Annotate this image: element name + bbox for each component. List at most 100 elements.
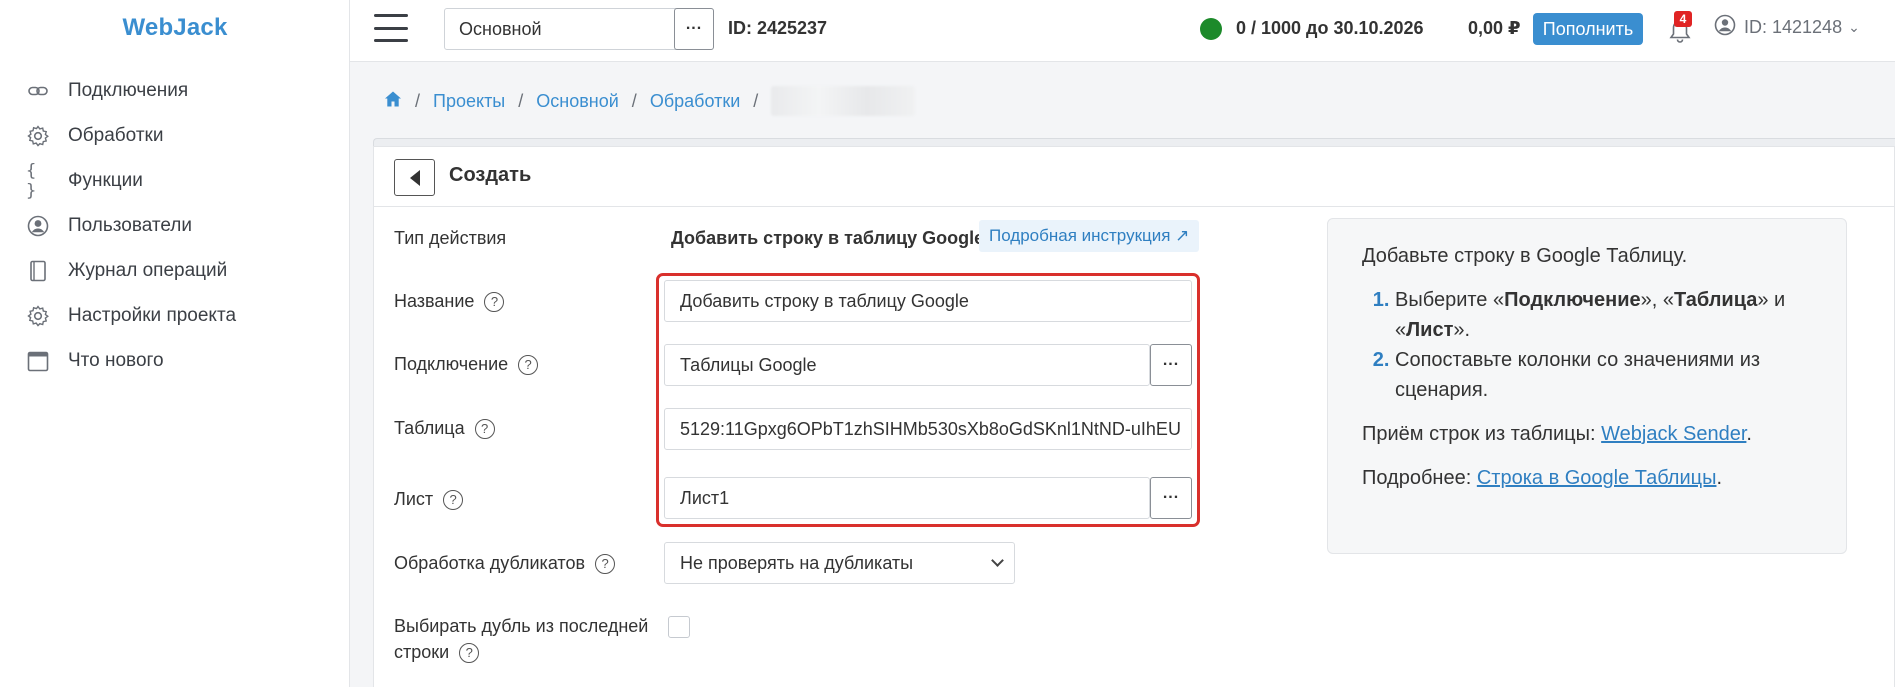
text: . xyxy=(1716,467,1723,489)
sidebar-item-label: Обработки xyxy=(68,124,164,146)
action-type-value: Добавить строку в таблицу Google xyxy=(671,228,985,248)
journal-icon xyxy=(26,259,50,283)
balance: 0,00 ₽ xyxy=(1468,18,1521,38)
sidebar-item-users[interactable]: Пользователи xyxy=(26,203,236,248)
user-circle-icon xyxy=(1714,14,1736,41)
card-header: Создать xyxy=(374,147,1894,207)
label-text: Лист xyxy=(394,489,434,509)
more-icon: ... xyxy=(1162,485,1180,502)
last-row-label: Выбирать дубль из последней xyxy=(394,616,648,637)
google-sheets-doc-link[interactable]: Строка в Google Таблицы xyxy=(1477,467,1717,489)
project-id: ID: 2425237 xyxy=(728,18,828,38)
breadcrumb: / Проекты / Основной / Обработки / xyxy=(384,86,916,116)
topup-button[interactable]: Пополнить xyxy=(1533,13,1643,45)
sidebar-nav: Подключения Обработки { } Функции Пользо… xyxy=(26,68,236,383)
info-intro: Добавьте строку в Google Таблицу. xyxy=(1362,245,1688,267)
sidebar-item-label: Настройки проекта xyxy=(68,304,237,326)
label-text: Выбирать дубль из последней xyxy=(394,616,649,636)
sidebar-item-label: Подключения xyxy=(68,79,189,101)
text-bold: Подключение xyxy=(1504,289,1641,311)
connection-label: Подключение? xyxy=(394,354,539,375)
sidebar-item-journal[interactable]: Журнал операций xyxy=(26,248,236,293)
text-bold: Таблица xyxy=(1674,289,1758,311)
help-icon[interactable]: ? xyxy=(443,489,464,510)
sidebar: WebJack Подключения Обработки { } Функци… xyxy=(0,0,350,687)
sheet-more-button[interactable]: ... xyxy=(1150,477,1192,519)
label-text: строки xyxy=(394,642,450,662)
text: », « xyxy=(1640,289,1675,311)
action-type-label: Тип действия xyxy=(394,228,506,249)
calendar-icon xyxy=(26,349,50,373)
sheet-label: Лист? xyxy=(394,489,464,510)
label-text: Обработка дубликатов xyxy=(394,553,586,573)
sidebar-item-label: Журнал операций xyxy=(68,259,228,281)
last-row-label-2: строки? xyxy=(394,642,480,663)
menu-icon[interactable] xyxy=(374,14,408,42)
gear-icon xyxy=(26,304,50,328)
brand-logo[interactable]: WebJack xyxy=(0,14,350,42)
info-panel: Добавьте строку в Google Таблицу. Выбери… xyxy=(1327,218,1847,554)
help-icon[interactable]: ? xyxy=(484,291,505,312)
sidebar-item-label: Функции xyxy=(68,169,143,191)
duplicates-label: Обработка дубликатов? xyxy=(394,553,616,574)
text: Выберите « xyxy=(1395,289,1505,311)
breadcrumb-separator: / xyxy=(415,90,421,111)
braces-icon: { } xyxy=(26,160,37,201)
connection-more-button[interactable]: ... xyxy=(1150,344,1192,386)
instruction-link[interactable]: Подробная инструкция ↗ xyxy=(979,220,1200,252)
breadcrumb-projects[interactable]: Проекты xyxy=(433,91,505,112)
last-row-checkbox[interactable] xyxy=(668,616,690,638)
limit-info: 0 / 1000 до 30.10.2026 xyxy=(1236,18,1424,38)
user-menu[interactable]: ID: 1421248 ⌄ xyxy=(1714,14,1860,41)
sidebar-item-functions[interactable]: { } Функции xyxy=(26,158,236,203)
label-text: Таблица xyxy=(394,418,465,438)
text: . xyxy=(1746,423,1752,445)
label-text: Подключение xyxy=(394,354,509,374)
breadcrumb-redacted xyxy=(771,86,916,116)
sidebar-item-label: Что нового xyxy=(68,349,164,371)
label-text: Название xyxy=(394,291,475,311)
back-button[interactable] xyxy=(394,159,435,196)
breadcrumb-separator: / xyxy=(518,90,524,111)
name-label: Название? xyxy=(394,291,505,312)
sidebar-item-connections[interactable]: Подключения xyxy=(26,68,236,113)
arrow-left-icon xyxy=(409,169,420,186)
sidebar-item-processing[interactable]: Обработки xyxy=(26,113,236,158)
sidebar-item-label: Пользователи xyxy=(68,214,193,236)
help-icon[interactable]: ? xyxy=(459,642,480,663)
help-icon[interactable]: ? xyxy=(595,553,616,574)
sidebar-item-whats-new[interactable]: Что нового xyxy=(26,338,236,383)
table-label: Таблица? xyxy=(394,418,495,439)
more-icon: ... xyxy=(1162,352,1180,369)
table-field[interactable]: 5129:11Gpxg6OPbT1zhSIHMb530sXb8oGdSKnl1N… xyxy=(664,408,1192,450)
breadcrumb-separator: / xyxy=(753,90,759,111)
select-value: Не проверять на дубликаты xyxy=(680,552,914,573)
topbar: Основной ... ID: 2425237 0 / 1000 до 30.… xyxy=(350,0,1895,62)
breadcrumb-processing[interactable]: Обработки xyxy=(650,91,740,112)
sidebar-item-project-settings[interactable]: Настройки проекта xyxy=(26,293,236,338)
help-icon[interactable]: ? xyxy=(518,354,539,375)
info-step-2: Сопоставьте колонки со значениями из сце… xyxy=(1395,345,1812,405)
gear-icon xyxy=(26,124,50,148)
info-receive: Приём строк из таблицы: Webjack Sender. xyxy=(1362,419,1812,449)
more-icon: ... xyxy=(685,16,703,33)
card-title: Создать xyxy=(449,164,532,186)
link-icon xyxy=(26,79,50,103)
label-text: Тип действия xyxy=(394,228,507,248)
sheet-field[interactable]: Лист1 xyxy=(664,477,1150,519)
info-more: Подробнее: Строка в Google Таблицы. xyxy=(1362,463,1812,493)
project-more-button[interactable]: ... xyxy=(674,8,714,50)
home-icon[interactable] xyxy=(384,90,402,113)
name-field[interactable]: Добавить строку в таблицу Google xyxy=(664,280,1192,322)
text: Приём строк из таблицы: xyxy=(1362,423,1602,445)
connection-field[interactable]: Таблицы Google xyxy=(664,344,1150,386)
duplicates-select[interactable]: Не проверять на дубликаты xyxy=(664,542,1015,584)
info-step-1: Выберите «Подключение», «Таблица» и «Лис… xyxy=(1395,285,1812,345)
webjack-sender-link[interactable]: Webjack Sender xyxy=(1601,423,1746,445)
text: ». xyxy=(1453,319,1471,341)
status-dot-icon xyxy=(1200,18,1222,40)
text: Подробнее: xyxy=(1362,467,1477,489)
breadcrumb-project[interactable]: Основной xyxy=(536,91,619,112)
text-bold: Лист xyxy=(1406,319,1454,341)
help-icon[interactable]: ? xyxy=(474,418,495,439)
